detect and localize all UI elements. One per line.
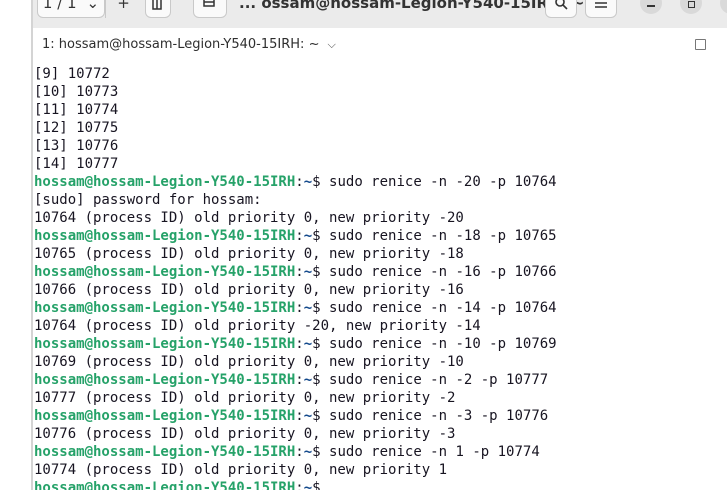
minimize-button[interactable]: [640, 0, 662, 14]
prompt-user-host: hossam@hossam-Legion-Y540-15IRH: [34, 336, 296, 352]
output-line: 10766 (process ID) old priority 0, new p…: [34, 282, 464, 298]
prompt-symbol: $: [312, 372, 330, 388]
split-vertical-icon: [152, 0, 162, 10]
prompt-user-host: hossam@hossam-Legion-Y540-15IRH: [34, 444, 296, 460]
prompt-separator: :: [295, 444, 304, 460]
command-text: sudo renice -n -18 -p 10765: [329, 228, 557, 244]
window-headerbar: 1 / 1 ⌄ + ... ossam@hossam-Legion-Y540-1…: [33, 0, 727, 28]
prompt-separator: :: [295, 408, 304, 424]
output-line: [11] 10774: [34, 102, 119, 118]
command-text: sudo renice -n 1 -p 10774: [329, 444, 540, 460]
plus-icon: +: [117, 0, 130, 12]
tab-terminal[interactable]: 1: hossam@hossam-Legion-Y540-15IRH: ~ ⌵: [42, 37, 336, 52]
prompt-symbol: $: [312, 228, 330, 244]
output-line: 10769 (process ID) old priority 0, new p…: [34, 354, 464, 370]
prompt-symbol: $: [312, 444, 330, 460]
hamburger-icon: [595, 2, 607, 8]
tab-label: 1: hossam@hossam-Legion-Y540-15IRH: ~: [42, 37, 320, 52]
output-line: 10764 (process ID) old priority -20, new…: [34, 318, 481, 334]
prompt-path: ~: [303, 228, 313, 244]
command-text: sudo renice -n -14 -p 10764: [329, 300, 557, 316]
prompt-path: ~: [303, 300, 313, 316]
output-line: 10777 (process ID) old priority 0, new p…: [34, 390, 456, 406]
prompt-line: hossam@hossam-Legion-Y540-15IRH:~$ sudo …: [34, 263, 557, 281]
output-line: 10774 (process ID) old priority 0, new p…: [34, 462, 448, 478]
prompt-separator: :: [295, 300, 304, 316]
minimize-icon: [647, 5, 655, 7]
tab-switcher-button[interactable]: 1 / 1 ⌄: [37, 0, 105, 18]
prompt-line: hossam@hossam-Legion-Y540-15IRH:~$ sudo …: [34, 371, 557, 389]
split-vertical-button[interactable]: [145, 0, 171, 18]
prompt-line: hossam@hossam-Legion-Y540-15IRH:~$ sudo …: [34, 335, 557, 353]
split-horizontal-icon: [203, 0, 215, 7]
prompt-line: hossam@hossam-Legion-Y540-15IRH:~$ sudo …: [34, 173, 557, 191]
new-tab-button[interactable]: +: [105, 0, 141, 18]
main-menu-button[interactable]: [585, 0, 617, 18]
prompt-path: ~: [303, 264, 313, 280]
output-line: [13] 10776: [34, 138, 119, 154]
maximize-button[interactable]: [680, 0, 702, 14]
command-text: sudo renice -n -16 -p 10766: [329, 264, 557, 280]
prompt-line: hossam@hossam-Legion-Y540-15IRH:~$: [34, 479, 557, 490]
prompt-line: hossam@hossam-Legion-Y540-15IRH:~$ sudo …: [34, 407, 557, 425]
prompt-path: ~: [303, 444, 313, 460]
command-text: sudo renice -n -3 -p 10776: [329, 408, 549, 424]
output-line: [14] 10777: [34, 156, 119, 172]
prompt-user-host: hossam@hossam-Legion-Y540-15IRH: [34, 300, 296, 316]
desktop-edge: [0, 0, 32, 490]
prompt-path: ~: [303, 408, 313, 424]
maximize-icon: [687, 0, 695, 8]
prompt-path: ~: [303, 480, 313, 490]
close-button[interactable]: ✕: [720, 0, 727, 14]
output-line: [sudo] password for hossam:: [34, 192, 262, 208]
prompt-user-host: hossam@hossam-Legion-Y540-15IRH: [34, 174, 296, 190]
output-line: [9] 10772: [34, 66, 110, 82]
output-line: 10764 (process ID) old priority 0, new p…: [34, 210, 464, 226]
output-line: 10765 (process ID) old priority 0, new p…: [34, 246, 464, 262]
prompt-separator: :: [295, 228, 304, 244]
prompt-separator: :: [295, 264, 304, 280]
prompt-user-host: hossam@hossam-Legion-Y540-15IRH: [34, 372, 296, 388]
prompt-separator: :: [295, 336, 304, 352]
prompt-path: ~: [303, 174, 313, 190]
prompt-line: hossam@hossam-Legion-Y540-15IRH:~$ sudo …: [34, 443, 557, 461]
chevron-down-icon: ⌄: [86, 0, 100, 12]
tab-bar: 1: hossam@hossam-Legion-Y540-15IRH: ~ ⌵: [33, 28, 727, 64]
command-text: sudo renice -n -20 -p 10764: [329, 174, 557, 190]
prompt-symbol: $: [312, 264, 330, 280]
prompt-symbol: $: [312, 408, 330, 424]
prompt-separator: :: [295, 480, 304, 490]
prompt-user-host: hossam@hossam-Legion-Y540-15IRH: [34, 480, 296, 490]
output-line: [12] 10775: [34, 120, 119, 136]
prompt-symbol: $: [312, 336, 330, 352]
prompt-symbol: $: [312, 480, 330, 490]
split-horizontal-button[interactable]: [193, 0, 227, 18]
prompt-user-host: hossam@hossam-Legion-Y540-15IRH: [34, 264, 296, 280]
search-button[interactable]: [545, 0, 577, 18]
prompt-user-host: hossam@hossam-Legion-Y540-15IRH: [34, 408, 296, 424]
output-line: [10] 10773: [34, 84, 119, 100]
tab-count: 1 / 1: [42, 0, 77, 12]
prompt-symbol: $: [312, 174, 330, 190]
prompt-line: hossam@hossam-Legion-Y540-15IRH:~$ sudo …: [34, 299, 557, 317]
terminal-lines: [9] 10772 [10] 10773 [11] 10774 [12] 10775 […: [34, 65, 557, 490]
prompt-separator: :: [295, 174, 304, 190]
terminal-output[interactable]: [9] 10772 [10] 10773 [11] 10774 [12] 10775 […: [33, 63, 727, 490]
output-line: 10776 (process ID) old priority 0, new p…: [34, 426, 456, 442]
chevron-down-icon: ⌵: [327, 38, 336, 51]
tab-maximize-icon[interactable]: [695, 39, 706, 50]
prompt-path: ~: [303, 372, 313, 388]
prompt-symbol: $: [312, 300, 330, 316]
prompt-path: ~: [303, 336, 313, 352]
window-title: ... ossam@hossam-Legion-Y540-15IRH: ~: [239, 0, 585, 12]
prompt-user-host: hossam@hossam-Legion-Y540-15IRH: [34, 228, 296, 244]
command-text: sudo renice -n -10 -p 10769: [329, 336, 557, 352]
search-icon: [555, 0, 568, 10]
prompt-separator: :: [295, 372, 304, 388]
prompt-line: hossam@hossam-Legion-Y540-15IRH:~$ sudo …: [34, 227, 557, 245]
command-text: sudo renice -n -2 -p 10777: [329, 372, 549, 388]
